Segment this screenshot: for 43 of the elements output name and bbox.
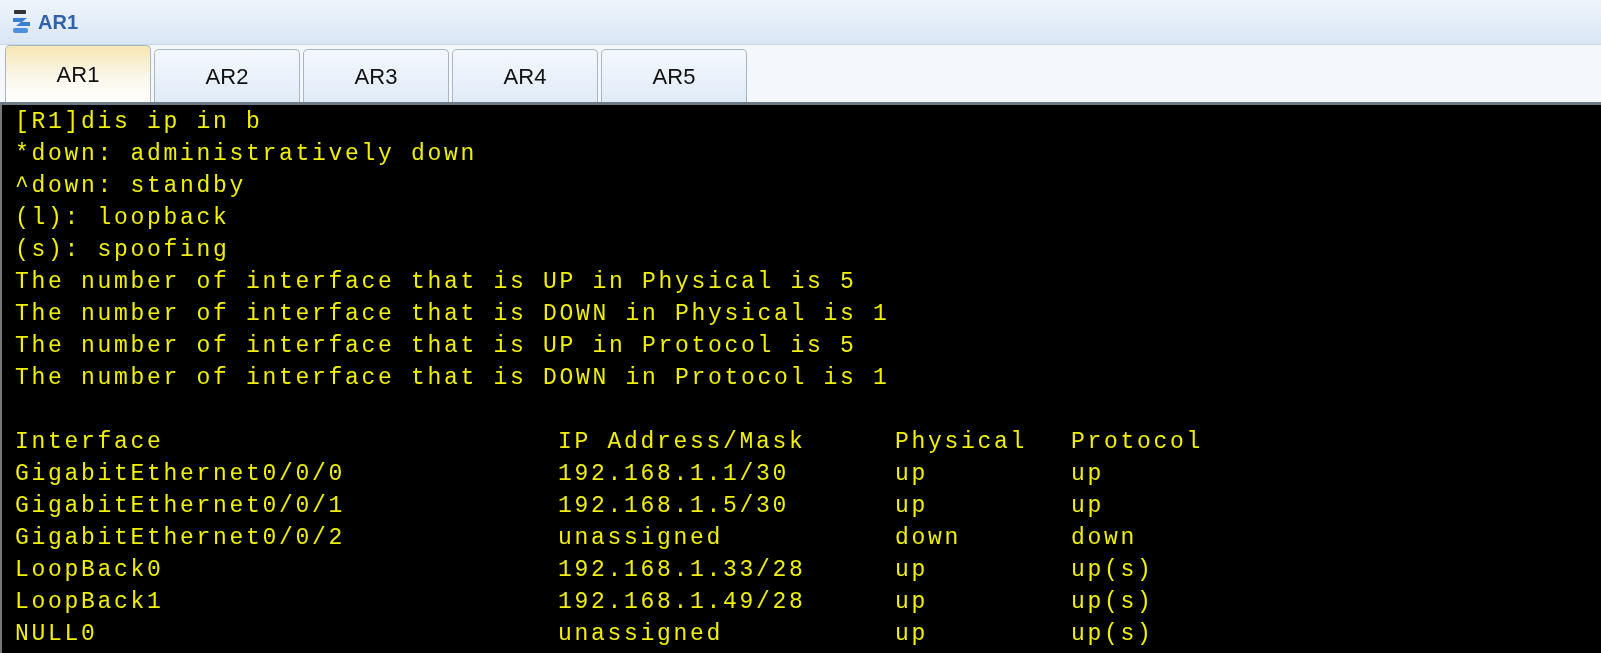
table-cell: up(s)	[1071, 621, 1154, 647]
table-cell: up	[1071, 461, 1104, 487]
table-cell: up	[895, 621, 928, 647]
tab[interactable]: AR1	[5, 45, 151, 102]
window-title: AR1	[38, 10, 78, 35]
column-header: Protocol	[1071, 429, 1204, 455]
table-cell: up	[895, 461, 928, 487]
console-line: ^down: standby	[15, 173, 247, 199]
table-cell: 192.168.1.1/30	[558, 461, 790, 487]
column-header: Interface	[15, 429, 164, 455]
column-header: Physical	[895, 429, 1028, 455]
table-cell: GigabitEthernet0/0/1	[15, 493, 346, 519]
console-line: (l): loopback	[15, 205, 230, 231]
console-line: [R1]dis ip in b	[15, 109, 263, 135]
table-cell: up	[895, 493, 928, 519]
table-cell: 192.168.1.49/28	[558, 589, 806, 615]
console-line: (s): spoofing	[15, 237, 230, 263]
table-cell: LoopBack1	[15, 589, 164, 615]
console-line: The number of interface that is UP in Physical is 5	[15, 269, 857, 295]
table-cell: GigabitEthernet0/0/2	[15, 525, 346, 551]
table-cell: up	[1071, 493, 1104, 519]
table-cell: GigabitEthernet0/0/0	[15, 461, 346, 487]
table-cell: LoopBack0	[15, 557, 164, 583]
tab[interactable]: AR4	[452, 49, 598, 102]
table-cell: up	[895, 557, 928, 583]
table-cell: up	[895, 589, 928, 615]
table-cell: up(s)	[1071, 589, 1154, 615]
table-cell: 192.168.1.33/28	[558, 557, 806, 583]
table-cell: NULL0	[15, 621, 98, 647]
table-cell: up(s)	[1071, 557, 1154, 583]
tab[interactable]: AR2	[154, 49, 300, 102]
table-cell: down	[1071, 525, 1137, 551]
table-cell: unassigned	[558, 525, 724, 551]
console-line: The number of interface that is UP in Protocol is 5	[15, 333, 857, 359]
tab[interactable]: AR5	[601, 49, 747, 102]
table-cell: unassigned	[558, 621, 724, 647]
tab[interactable]: AR3	[303, 49, 449, 102]
table-cell: 192.168.1.5/30	[558, 493, 790, 519]
column-header: IP Address/Mask	[558, 429, 806, 455]
console-line: *down: administratively down	[15, 141, 478, 167]
console-line: The number of interface that is DOWN in Protocol is 1	[15, 365, 890, 391]
table-cell: down	[895, 525, 961, 551]
console-line: The number of interface that is DOWN in Physical is 1	[15, 301, 890, 327]
